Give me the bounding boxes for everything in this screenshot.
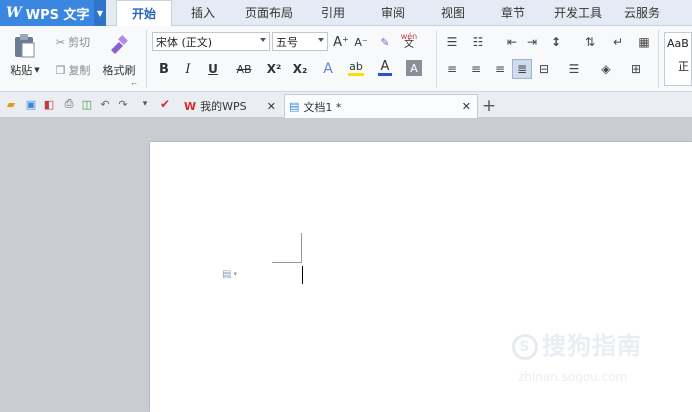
app-title: WPS 文字 (25, 7, 90, 23)
borders-icon[interactable]: ⊞ (628, 61, 644, 77)
tab-view[interactable]: 视图 (430, 0, 476, 26)
watermark-brand: 搜狗指南 (542, 332, 642, 360)
copy-button[interactable]: ❐ 复制 (50, 62, 96, 78)
margin-corner-mark (272, 262, 302, 263)
bullet-list-icon[interactable]: ☰ (444, 34, 460, 50)
char-shading-icon[interactable]: A (406, 60, 422, 76)
paste-options-icon[interactable]: ▤ ▾ (222, 267, 246, 281)
sort-icon[interactable]: ⇅ (582, 34, 598, 50)
print-preview-icon[interactable]: ◫ (80, 97, 94, 111)
watermark-url: zhinan.sogou.com (518, 370, 628, 384)
font-color-label: A (380, 58, 390, 74)
font-name-select[interactable]: 宋体 (正文) (152, 32, 270, 51)
decrease-indent-icon[interactable]: ⇤ (504, 34, 520, 50)
highlight-label: ab (349, 59, 363, 73)
open-folder-icon[interactable]: ▰ (4, 97, 18, 111)
text-size-adjust-icon[interactable]: ↕ (548, 34, 564, 50)
font-size-value: 五号 (276, 35, 298, 49)
check-mark-icon[interactable]: ✔ (158, 97, 172, 111)
format-painter-icon[interactable] (104, 32, 132, 58)
undo-icon[interactable]: ↶ (98, 97, 112, 111)
tab-cloud-service[interactable]: 云服务 (616, 0, 668, 26)
tab-insert[interactable]: 插入 (180, 0, 226, 26)
distributed-align-icon[interactable]: ⊟ (536, 61, 552, 77)
show-marks-icon[interactable]: ↵ (610, 34, 626, 50)
sogou-logo-icon: S (512, 334, 538, 360)
separator (658, 30, 659, 88)
export-pdf-icon[interactable]: ◧ (42, 97, 56, 111)
chevron-down-icon (260, 38, 266, 42)
superscript-button[interactable]: X² (264, 60, 284, 78)
close-icon[interactable]: ✕ (462, 100, 471, 113)
tab-page-layout[interactable]: 页面布局 (236, 0, 302, 26)
numbered-list-icon[interactable]: ☷ (470, 34, 486, 50)
phonetic-guide-button[interactable]: wén 文 (398, 31, 420, 51)
tab-chapter[interactable]: 章节 (490, 0, 536, 26)
text-effect-icon[interactable]: A (318, 60, 338, 78)
align-left-icon[interactable]: ≡ (444, 61, 460, 77)
copy-label: 复制 (68, 64, 91, 77)
style-preview-secondary: 正 (678, 60, 689, 73)
strikethrough-button[interactable]: AB (232, 60, 256, 78)
doc-tab-my-wps[interactable]: W 我的WPS ✕ (178, 94, 282, 118)
print-icon[interactable]: ⎙ (62, 97, 76, 111)
paste-button[interactable]: 粘贴 ▼ (6, 62, 44, 78)
doc-tab-document1[interactable]: ▤ 文档1 * ✕ (284, 94, 478, 118)
cut-label: 剪切 (68, 36, 91, 49)
customize-toolbar-icon[interactable]: ▾ (138, 97, 152, 111)
table-icon[interactable]: ▦ (636, 34, 652, 50)
scissors-icon: ✂ (55, 35, 66, 49)
highlight-button[interactable]: ab (346, 58, 366, 78)
justify-icon[interactable]: ≣ (512, 59, 532, 79)
margin-corner-mark (301, 233, 302, 263)
close-icon[interactable]: ✕ (267, 100, 276, 113)
wps-logo-icon: W (6, 5, 22, 21)
font-color-button[interactable]: A (376, 58, 394, 78)
watermark: S 搜狗指南 (512, 326, 642, 361)
align-right-icon[interactable]: ≡ (492, 61, 508, 77)
increase-indent-icon[interactable]: ⇥ (524, 34, 540, 50)
doc-tab-label: 文档1 * (303, 100, 342, 114)
app-menu-button[interactable]: W WPS 文字 (0, 0, 94, 26)
clipboard-dialog-launcher-icon[interactable]: ⌐ (130, 80, 138, 88)
separator (146, 30, 147, 88)
tab-references[interactable]: 引用 (310, 0, 356, 26)
doc-tab-label: 我的WPS (200, 100, 247, 113)
paste-icon[interactable] (10, 32, 38, 60)
app-menu-chevron-down-icon[interactable]: ▼ (94, 0, 106, 26)
wps-red-logo-icon: W (184, 99, 197, 113)
save-icon[interactable]: ▣ (24, 97, 38, 111)
grow-font-button[interactable]: A⁺ (332, 33, 350, 51)
tab-home[interactable]: 开始 (116, 0, 172, 27)
subscript-button[interactable]: X₂ (290, 60, 310, 78)
separator (436, 30, 437, 88)
text-cursor (302, 266, 303, 284)
document-icon: ▤ (289, 100, 300, 113)
chevron-down-icon (318, 38, 324, 42)
italic-button[interactable]: I (180, 60, 196, 78)
copy-icon: ❐ (55, 63, 66, 77)
style-preview: AaB (667, 37, 689, 50)
underline-button[interactable]: U (204, 60, 222, 78)
font-name-value: 宋体 (正文) (156, 35, 213, 49)
tab-review[interactable]: 审阅 (370, 0, 416, 26)
bold-button[interactable]: B (156, 60, 172, 78)
tab-developer[interactable]: 开发工具 (548, 0, 608, 26)
format-painter-button[interactable]: 格式刷 (98, 62, 140, 78)
redo-icon[interactable]: ↷ (116, 97, 130, 111)
cut-button[interactable]: ✂ 剪切 (50, 34, 96, 50)
font-size-select[interactable]: 五号 (272, 32, 328, 51)
paste-label: 粘贴 (10, 64, 33, 77)
shrink-font-button[interactable]: A⁻ (352, 33, 370, 51)
align-center-icon[interactable]: ≡ (468, 61, 484, 77)
style-gallery-item[interactable]: AaB 正 (664, 32, 692, 86)
line-spacing-icon[interactable]: ☰ (566, 61, 582, 77)
clear-format-icon[interactable]: ✎ (376, 33, 394, 51)
shading-icon[interactable]: ◈ (598, 61, 614, 77)
new-tab-plus-icon[interactable]: + (480, 94, 498, 118)
